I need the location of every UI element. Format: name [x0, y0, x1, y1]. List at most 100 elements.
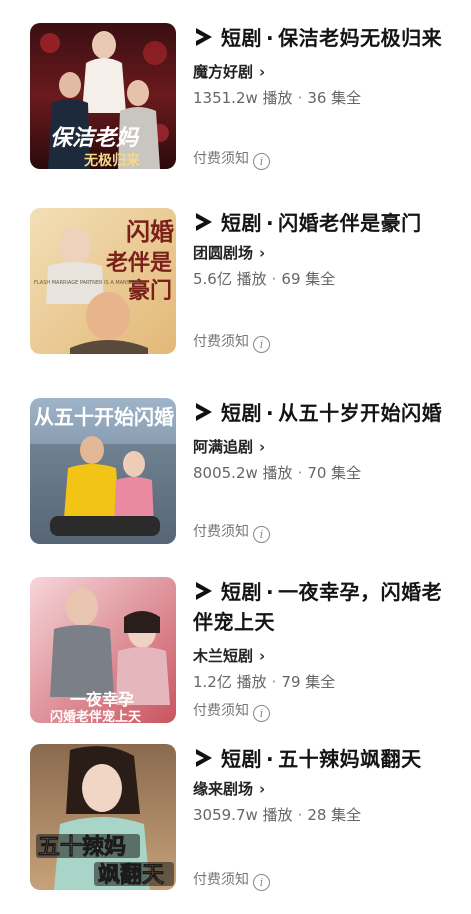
poster-title-text: 保洁老妈: [50, 125, 140, 151]
separator: ·: [271, 673, 277, 691]
channel-link[interactable]: 魔方好剧 ›: [193, 61, 455, 83]
item-title[interactable]: 短剧 · 一夜幸孕，闪婚老伴宠上天: [193, 577, 455, 637]
poster-title-line2: 老伴是: [105, 250, 172, 276]
separator: ·: [266, 401, 275, 425]
item-title[interactable]: 短剧 · 保洁老妈无极归来: [193, 23, 455, 53]
channel-name: 缘来剧场: [193, 780, 254, 798]
poster-english-text: FLASH MARRIAGE PARTNER IS A MANSION: [34, 280, 139, 286]
stats: 1.2亿 播放 · 79 集全: [193, 671, 455, 693]
separator: ·: [266, 580, 275, 604]
chevron-right-icon: ›: [259, 63, 266, 81]
pay-notice[interactable]: 付费须知 i: [193, 149, 270, 170]
drama-prefix: 短剧: [221, 580, 262, 604]
list-item[interactable]: 从五十开始闪婚 短剧 · 从五十岁开始闪婚 阿满追剧 › 8005.2w 播放 · 70 …: [0, 398, 471, 568]
drama-prefix: 短剧: [221, 211, 262, 235]
chevron-right-icon: ›: [259, 244, 266, 262]
list-item[interactable]: 保洁老妈 无极归来 短剧 · 保洁老妈无极归来 魔方好剧 › 1351.2w 播放 · 3…: [0, 23, 471, 193]
pay-notice[interactable]: 付费须知 i: [193, 870, 270, 891]
item-info: 短剧 · 一夜幸孕，闪婚老伴宠上天 木兰短剧 › 1.2亿 播放 · 79 集全: [193, 577, 455, 693]
poster-subtitle-text: 无极归来: [83, 152, 141, 169]
info-icon: i: [253, 153, 270, 170]
pay-notice[interactable]: 付费须知 i: [193, 701, 270, 722]
item-title[interactable]: 短剧 · 从五十岁开始闪婚: [193, 398, 455, 428]
channel-link[interactable]: 团圆剧场 ›: [193, 242, 455, 264]
poster-thumbnail[interactable]: 闪婚 老伴是 豪门 FLASH MARRIAGE PARTNER IS A MA…: [30, 208, 176, 354]
poster-image: 一夜幸孕 闪婚老伴宠上天: [30, 577, 176, 723]
item-title[interactable]: 短剧 · 闪婚老伴是豪门: [193, 208, 455, 238]
list-item[interactable]: 闪婚 老伴是 豪门 FLASH MARRIAGE PARTNER IS A MA…: [0, 208, 471, 378]
play-icon: [196, 582, 212, 600]
drama-prefix: 短剧: [221, 747, 262, 771]
view-count: 3059.7w 播放: [193, 806, 293, 824]
list-item[interactable]: 五十辣妈 飒翻天 短剧 · 五十辣妈飒翻天 缘来剧场 › 3059.7w 播放 · 28 …: [0, 744, 471, 914]
separator: ·: [297, 89, 303, 107]
separator: ·: [266, 26, 275, 50]
list-item[interactable]: 一夜幸孕 闪婚老伴宠上天 短剧 · 一夜幸孕，闪婚老伴宠上天 木兰短剧 › 1.2亿 …: [0, 577, 471, 747]
chevron-right-icon: ›: [259, 438, 266, 456]
item-title[interactable]: 短剧 · 五十辣妈飒翻天: [193, 744, 455, 774]
separator: ·: [271, 270, 277, 288]
play-icon: [196, 28, 212, 46]
episode-count: 69 集全: [281, 270, 336, 288]
channel-name: 木兰短剧: [193, 647, 254, 665]
poster-title-text: 一夜幸孕: [70, 690, 134, 709]
episode-count: 28 集全: [307, 806, 362, 824]
drama-title: 保洁老妈无极归来: [278, 26, 443, 50]
poster-image: 五十辣妈 飒翻天: [30, 744, 176, 890]
pay-notice-label: 付费须知: [193, 703, 249, 719]
poster-thumbnail[interactable]: 一夜幸孕 闪婚老伴宠上天: [30, 577, 176, 723]
stats: 1351.2w 播放 · 36 集全: [193, 87, 455, 109]
separator: ·: [266, 211, 275, 235]
channel-name: 团圆剧场: [193, 244, 254, 262]
chevron-right-icon: ›: [259, 647, 266, 665]
pay-notice[interactable]: 付费须知 i: [193, 522, 270, 543]
play-icon: [196, 213, 212, 231]
poster-thumbnail[interactable]: 五十辣妈 飒翻天: [30, 744, 176, 890]
poster-thumbnail[interactable]: 从五十开始闪婚: [30, 398, 176, 544]
pay-notice[interactable]: 付费须知 i: [193, 332, 270, 353]
item-info: 短剧 · 保洁老妈无极归来 魔方好剧 › 1351.2w 播放 · 36 集全: [193, 23, 455, 109]
view-count: 1351.2w 播放: [193, 89, 293, 107]
item-info: 短剧 · 五十辣妈飒翻天 缘来剧场 › 3059.7w 播放 · 28 集全: [193, 744, 455, 826]
info-icon: i: [253, 336, 270, 353]
poster-image: 从五十开始闪婚: [30, 398, 176, 544]
episode-count: 70 集全: [307, 464, 362, 482]
play-icon: [196, 749, 212, 767]
info-icon: i: [253, 874, 270, 891]
poster-title-line1: 五十辣妈: [38, 834, 126, 860]
separator: ·: [297, 806, 303, 824]
info-icon: i: [253, 705, 270, 722]
item-info: 短剧 · 闪婚老伴是豪门 团圆剧场 › 5.6亿 播放 · 69 集全: [193, 208, 455, 290]
drama-list: 保洁老妈 无极归来 短剧 · 保洁老妈无极归来 魔方好剧 › 1351.2w 播放 · 3…: [0, 0, 471, 902]
pay-notice-label: 付费须知: [193, 151, 249, 167]
play-icon: [196, 403, 212, 421]
poster-title-text: 从五十开始闪婚: [34, 405, 174, 429]
drama-title: 从五十岁开始闪婚: [278, 401, 443, 425]
channel-link[interactable]: 木兰短剧 ›: [193, 645, 455, 667]
view-count: 1.2亿 播放: [193, 673, 267, 691]
poster-title-line1: 闪婚: [126, 217, 174, 246]
episode-count: 79 集全: [281, 673, 336, 691]
separator: ·: [297, 464, 303, 482]
separator: ·: [266, 747, 275, 771]
channel-link[interactable]: 缘来剧场 ›: [193, 778, 455, 800]
poster-image: 闪婚 老伴是 豪门 FLASH MARRIAGE PARTNER IS A MA…: [30, 208, 176, 354]
pay-notice-label: 付费须知: [193, 872, 249, 888]
poster-thumbnail[interactable]: 保洁老妈 无极归来: [30, 23, 176, 169]
poster-image: 保洁老妈 无极归来: [30, 23, 176, 169]
channel-name: 阿满追剧: [193, 438, 254, 456]
channel-name: 魔方好剧: [193, 63, 254, 81]
pay-notice-label: 付费须知: [193, 334, 249, 350]
drama-title: 五十辣妈飒翻天: [278, 747, 422, 771]
item-info: 短剧 · 从五十岁开始闪婚 阿满追剧 › 8005.2w 播放 · 70 集全: [193, 398, 455, 484]
view-count: 5.6亿 播放: [193, 270, 267, 288]
stats: 3059.7w 播放 · 28 集全: [193, 804, 455, 826]
stats: 5.6亿 播放 · 69 集全: [193, 268, 455, 290]
episode-count: 36 集全: [307, 89, 362, 107]
view-count: 8005.2w 播放: [193, 464, 293, 482]
pay-notice-label: 付费须知: [193, 524, 249, 540]
drama-title: 闪婚老伴是豪门: [278, 211, 422, 235]
info-icon: i: [253, 526, 270, 543]
poster-title-line2: 飒翻天: [98, 862, 165, 888]
channel-link[interactable]: 阿满追剧 ›: [193, 436, 455, 458]
